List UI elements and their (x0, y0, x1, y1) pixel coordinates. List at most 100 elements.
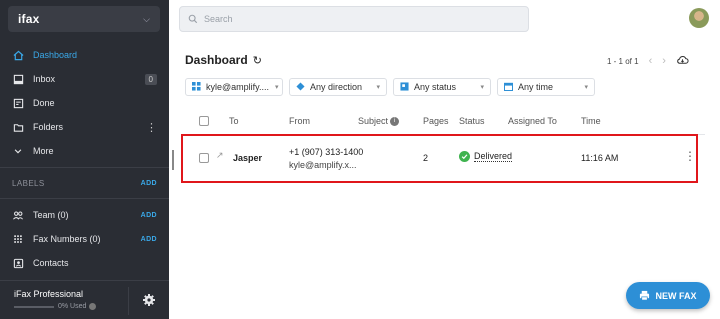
add-fax-number-button[interactable]: ADD (141, 236, 157, 243)
sidebar-resize-handle[interactable] (172, 150, 174, 170)
filter-label: Any status (414, 82, 457, 92)
column-header-from[interactable]: From (289, 116, 310, 126)
sidebar-item-label: Done (33, 98, 55, 108)
search-placeholder: Search (204, 14, 233, 24)
sidebar-item-contacts[interactable]: Contacts (0, 251, 169, 275)
chevron-down-icon: ▾ (480, 84, 484, 91)
divider (128, 287, 129, 315)
page-title-text: Dashboard (185, 53, 248, 67)
sidebar-item-label: Inbox (33, 74, 56, 84)
column-header-pages[interactable]: Pages (423, 116, 449, 126)
inbox-icon (12, 73, 24, 85)
sidebar-item-label: Contacts (33, 258, 69, 268)
sidebar-item-more[interactable]: More (0, 139, 169, 163)
contacts-icon (12, 257, 24, 269)
sidebar-item-label: Fax Numbers (0) (33, 234, 101, 244)
done-icon (12, 97, 24, 109)
search-icon (188, 14, 198, 24)
refresh-icon[interactable]: ↻ (253, 54, 262, 67)
column-header-status[interactable]: Status (459, 116, 485, 126)
sidebar-item-folders[interactable]: Folders ⋮ (0, 115, 169, 139)
pagination: 1 - 1 of 1 ‹ › (607, 55, 689, 67)
avatar[interactable] (689, 8, 709, 28)
filter-label: Any time (518, 82, 554, 92)
next-page-icon[interactable]: › (662, 55, 666, 67)
user-grid-icon (192, 81, 201, 93)
chevron-down-icon: ▾ (376, 84, 380, 91)
folder-icon (12, 121, 24, 133)
sent-time: 11:16 AM (581, 153, 619, 163)
row-menu-icon[interactable]: ⋮ (684, 149, 696, 163)
column-header-subject[interactable]: Subject i (358, 116, 400, 127)
status-badge: Delivered (459, 151, 513, 162)
from-number: +1 (907) 313-1400 (289, 147, 364, 157)
pagination-range: 1 - 1 of 1 (607, 56, 639, 66)
plan-footer: iFax Professional 0% Used (0, 280, 169, 319)
add-team-button[interactable]: ADD (141, 212, 157, 219)
sidebar: ifax ⌵ Dashboard Inbox 0 Done Folders ⋮ … (0, 0, 169, 319)
column-header-time[interactable]: Time (581, 116, 601, 126)
sidebar-item-label: Dashboard (33, 50, 78, 60)
sidebar-item-fax-numbers[interactable]: Fax Numbers (0) ADD (0, 227, 169, 251)
cloud-download-icon[interactable] (676, 55, 689, 67)
status-text: Delivered (474, 151, 513, 162)
status-filter[interactable]: Any status ▾ (393, 78, 491, 96)
ifax-logo: ifax (18, 12, 40, 26)
usage-indicator: 0% Used (14, 303, 97, 310)
table-row[interactable]: ↗ Jasper +1 (907) 313-1400 kyle@amplify.… (185, 136, 701, 181)
sidebar-nav: Dashboard Inbox 0 Done Folders ⋮ More LA… (0, 43, 169, 275)
usage-text: 0% Used (58, 303, 87, 310)
team-icon (12, 209, 24, 221)
add-label-button[interactable]: ADD (141, 180, 157, 187)
usage-bar (14, 305, 54, 308)
column-header-to[interactable]: To (229, 116, 239, 126)
sidebar-item-dashboard[interactable]: Dashboard (0, 43, 169, 67)
sidebar-item-label: Team (0) (33, 210, 69, 220)
page-count: 2 (423, 153, 429, 163)
search-input[interactable]: Search (179, 6, 529, 32)
account-filter[interactable]: kyle@amplify.... ▾ (185, 78, 283, 96)
filter-label: Any direction (310, 82, 363, 92)
outgoing-arrow-icon: ↗ (216, 150, 224, 160)
top-bar: Search (169, 0, 720, 40)
sidebar-item-team[interactable]: Team (0) ADD (0, 203, 169, 227)
chevron-down-icon: ⌵ (143, 13, 150, 24)
divider (0, 198, 169, 199)
dialpad-icon (12, 233, 24, 245)
chevron-down-icon: ▾ (584, 84, 588, 91)
time-filter[interactable]: Any time ▾ (497, 78, 595, 96)
direction-filter[interactable]: Any direction ▾ (289, 78, 387, 96)
labels-section-header: LABELS ADD (0, 172, 169, 194)
gear-icon[interactable] (142, 293, 156, 307)
inbox-count-badge: 0 (144, 73, 157, 85)
prev-page-icon[interactable]: ‹ (649, 55, 653, 67)
sidebar-item-label: Folders (33, 122, 64, 132)
sidebar-item-done[interactable]: Done (0, 91, 169, 115)
from-email: kyle@amplify.x... (289, 160, 357, 170)
table-header: To From Subject i Pages Status Assigned T… (185, 107, 705, 135)
divider (0, 167, 169, 168)
account-switcher[interactable]: ifax ⌵ (8, 6, 160, 32)
row-checkbox[interactable] (199, 153, 209, 163)
fax-icon (640, 290, 650, 301)
folders-menu-icon[interactable]: ⋮ (146, 121, 157, 134)
new-fax-button[interactable]: NEW FAX (626, 282, 710, 309)
status-icon (400, 81, 409, 93)
chevron-down-icon (12, 145, 24, 157)
calendar-icon (503, 82, 514, 93)
chevron-down-icon: ▾ (274, 84, 279, 91)
select-all-checkbox[interactable] (199, 116, 209, 126)
plan-name: iFax Professional (14, 289, 84, 299)
info-icon[interactable]: i (390, 117, 400, 127)
sidebar-item-inbox[interactable]: Inbox 0 (0, 67, 169, 91)
filter-label: kyle@amplify.... (206, 82, 269, 92)
help-icon[interactable] (89, 303, 97, 310)
column-header-assigned-to[interactable]: Assigned To (508, 116, 557, 126)
new-fax-label: NEW FAX (655, 290, 697, 301)
check-circle-icon (459, 151, 470, 162)
column-header-label: Subject (358, 116, 389, 126)
filter-bar: kyle@amplify.... ▾ Any direction ▾ Any s… (185, 78, 601, 96)
recipient-name: Jasper (233, 153, 263, 163)
sidebar-item-label: More (33, 146, 54, 156)
main-content: Dashboard ↻ 1 - 1 of 1 ‹ › kyle@amplify.… (169, 40, 720, 319)
